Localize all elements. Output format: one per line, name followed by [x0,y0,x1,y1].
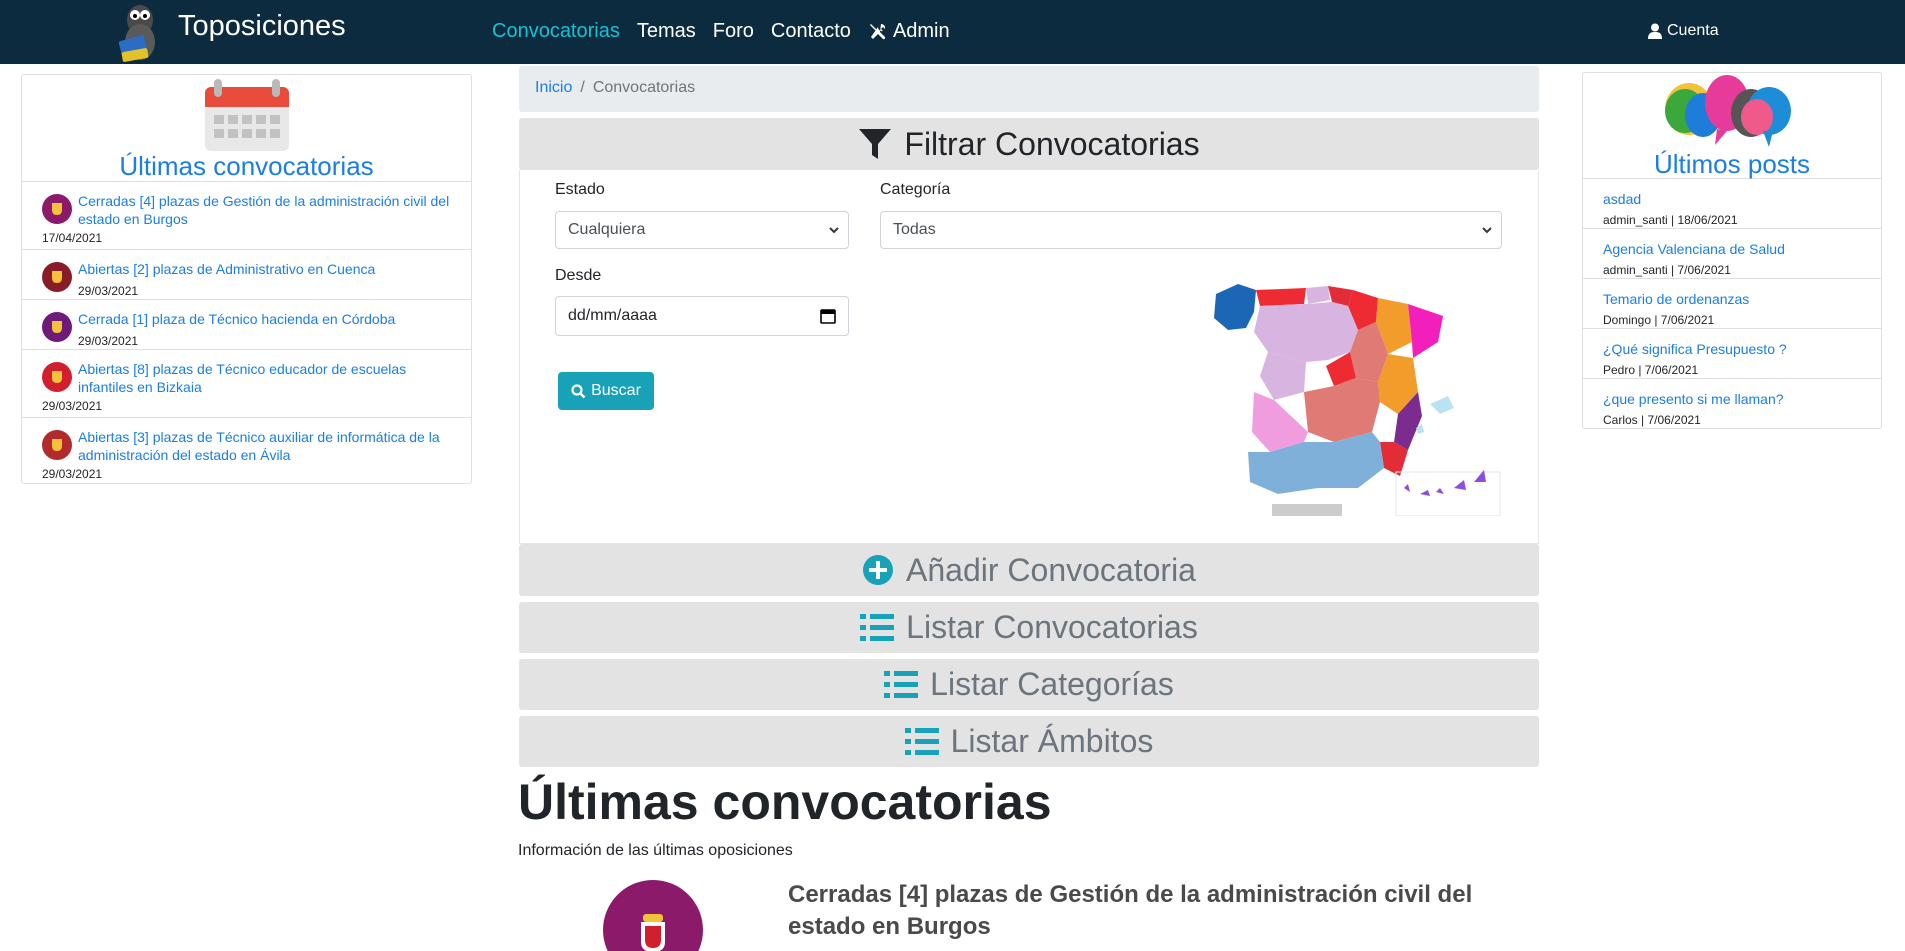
call-date: 29/03/2021 [42,467,103,481]
add-call-button[interactable]: Añadir Convocatoria [519,544,1539,596]
call-link[interactable]: Abiertas [8] plazas de Técnico educador … [78,360,453,396]
post-meta: admin_santi | 18/06/2021 [1603,213,1738,227]
desde-label: Desde [555,267,602,284]
post-meta: Pedro | 7/06/2021 [1603,363,1699,377]
list-item: ¿que presento si me llaman? Carlos | 7/0… [1583,379,1881,429]
latest-calls-title: Últimas convocatorias [119,151,374,181]
categoria-select[interactable]: Todas [880,211,1502,249]
list-icon [860,613,895,641]
search-icon [571,383,586,398]
brand[interactable]: Toposiciones [106,0,346,64]
page-title: Últimas convocatorias [518,774,1052,830]
call-link[interactable]: Abiertas [2] plazas de Administrativo en… [78,260,375,278]
categoria-label: Categoría [880,181,951,198]
latest-posts-header: Últimos posts [1583,73,1881,179]
post-link[interactable]: Agencia Valenciana de Salud [1603,241,1861,257]
post-link[interactable]: asdad [1603,191,1861,207]
list-scopes-label: Listar Ámbitos [950,723,1154,759]
calendar-icon [204,79,289,151]
latest-posts-title: Últimos posts [1653,149,1811,179]
call-link[interactable]: Abiertas [3] plazas de Técnico auxiliar … [78,428,453,464]
add-call-label: Añadir Convocatoria [906,551,1196,588]
list-item: Agencia Valenciana de Salud admin_santi … [1583,229,1881,279]
breadcrumb-separator: / [580,79,585,96]
mascot-logo [106,0,170,64]
list-categories-label: Listar Categorías [930,666,1174,702]
breadcrumb-home[interactable]: Inicio [535,79,572,96]
filter-title: Filtrar Convocatorias [904,125,1200,162]
province-shield-icon [42,262,72,292]
list-item: Cerrada [1] plaza de Técnico hacienda en… [22,300,471,350]
top-navbar: Toposiciones Convocatorias Temas Foro Co… [0,0,1905,64]
nav-foro[interactable]: Foro [713,20,754,43]
nav-admin-label: Admin [892,20,950,42]
list-categories-button[interactable]: Listar Categorías [519,659,1539,710]
list-item: Abiertas [8] plazas de Técnico educador … [22,350,471,418]
province-shield-icon [42,194,72,224]
brand-name[interactable]: Toposiciones [178,10,346,43]
province-shield-icon [42,362,72,392]
estado-select[interactable]: Cualquiera [555,211,849,249]
latest-calls-card: Últimas convocatorias Cerradas [4] plaza… [21,74,472,484]
call-link[interactable]: Cerradas [4] plazas de Gestión de la adm… [78,192,453,228]
first-call-title[interactable]: Cerradas [4] plazas de Gestión de la adm… [788,879,1508,943]
list-item: asdad admin_santi | 18/06/2021 [1583,179,1881,229]
call-date: 29/03/2021 [78,334,139,348]
desde-date-input[interactable]: dd/mm/aaaa [555,296,849,336]
nav-temas[interactable]: Temas [637,20,696,43]
list-item: Temario de ordenanzas Domingo | 7/06/202… [1583,279,1881,329]
filter-icon [859,129,892,159]
chevron-down-icon [1482,227,1492,234]
list-item: Abiertas [2] plazas de Administrativo en… [22,250,471,300]
list-icon [884,670,919,698]
nav-convocatorias[interactable]: Convocatorias [492,20,620,43]
breadcrumb-current: Convocatorias [592,79,696,96]
speech-bubbles-icon [1665,75,1791,147]
spain-regions-map[interactable] [1208,282,1503,516]
post-meta: Carlos | 7/06/2021 [1603,413,1701,427]
list-item: ¿Qué significa Presupuesto ? Pedro | 7/0… [1583,329,1881,379]
call-date: 29/03/2021 [42,399,103,413]
latest-posts-card: Últimos posts asdad admin_santi | 18/06/… [1582,72,1882,429]
breadcrumb: Inicio / Convocatorias [519,66,1539,112]
list-icon [904,727,939,755]
estado-label: Estado [555,181,605,198]
filter-toggle[interactable]: Filtrar Convocatorias [519,118,1539,170]
estado-value: Cualquiera [568,221,646,238]
call-date: 29/03/2021 [78,284,139,298]
page-subtitle: Información de las últimas oposiciones [518,842,793,859]
account-label: Cuenta [1667,22,1719,39]
plus-circle-icon [863,555,894,585]
desde-placeholder: dd/mm/aaaa [568,307,657,324]
user-icon [1648,23,1662,39]
list-item: Abiertas [3] plazas de Técnico auxiliar … [22,418,471,484]
call-link[interactable]: Cerrada [1] plaza de Técnico hacienda en… [78,310,395,328]
post-link[interactable]: Temario de ordenanzas [1603,291,1861,307]
list-calls-label: Listar Convocatorias [906,609,1198,645]
calendar-picker-icon[interactable] [820,308,836,324]
nav-contacto[interactable]: Contacto [771,20,851,43]
list-calls-button[interactable]: Listar Convocatorias [519,602,1539,653]
province-shield-icon [42,430,72,460]
call-shield-avatar [603,880,703,951]
nav-admin[interactable]: Admin [868,20,950,43]
call-date: 17/04/2021 [42,231,103,245]
main-nav: Convocatorias Temas Foro Contacto Admin [492,20,967,43]
latest-calls-header: Últimas convocatorias [22,75,471,182]
chevron-down-icon [829,227,839,234]
post-link[interactable]: ¿Qué significa Presupuesto ? [1603,341,1861,357]
account-link[interactable]: Cuenta [1648,22,1719,40]
post-meta: Domingo | 7/06/2021 [1603,313,1715,327]
categoria-value: Todas [893,221,936,238]
list-scopes-button[interactable]: Listar Ámbitos [519,716,1539,767]
search-button[interactable]: Buscar [558,372,654,410]
search-button-label: Buscar [591,382,641,399]
list-item: Cerradas [4] plazas de Gestión de la adm… [22,182,471,250]
post-link[interactable]: ¿que presento si me llaman? [1603,391,1861,407]
post-meta: admin_santi | 7/06/2021 [1603,263,1731,277]
tools-icon [869,23,886,39]
province-shield-icon [42,312,72,342]
